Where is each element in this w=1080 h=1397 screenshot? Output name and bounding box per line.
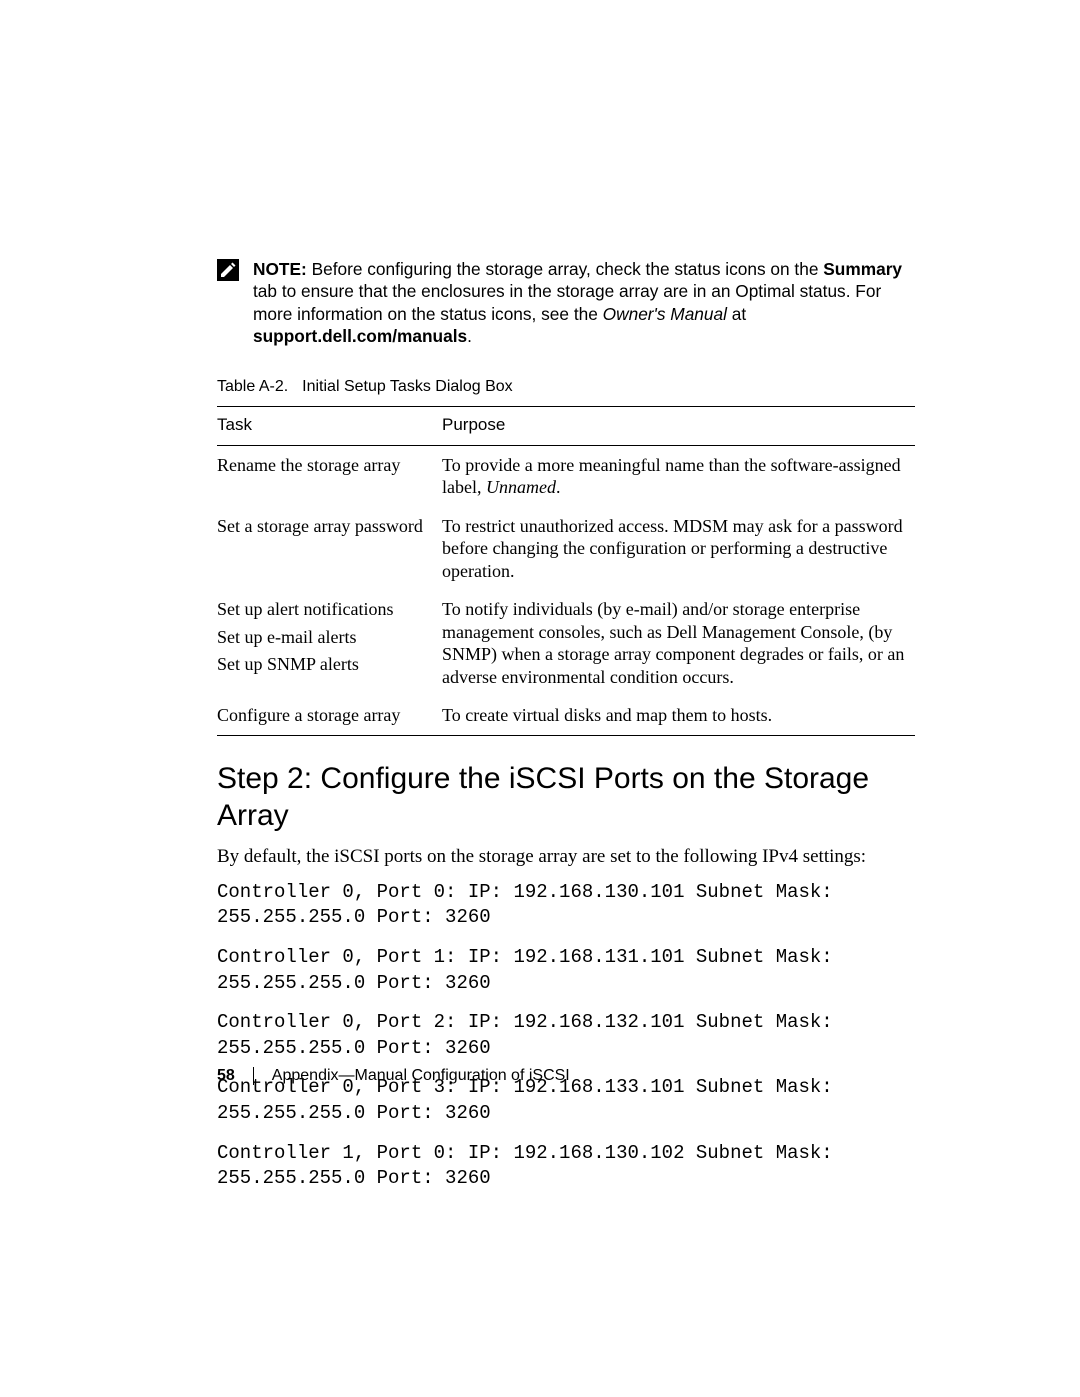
- table-row: Set a storage array password To restrict…: [217, 507, 915, 591]
- purpose-cell: To notify individuals (by e-mail) and/or…: [442, 590, 915, 696]
- note-pencil-icon: [217, 259, 239, 281]
- task-cell: Rename the storage array: [217, 445, 442, 507]
- footer-divider: [253, 1067, 254, 1085]
- table-row: Rename the storage array To provide a mo…: [217, 445, 915, 507]
- note-part4: .: [467, 326, 472, 346]
- table-caption: Table A-2. Initial Setup Tasks Dialog Box: [217, 378, 915, 396]
- table-caption-title: Initial Setup Tasks Dialog Box: [302, 378, 512, 395]
- footer-section: Appendix—Manual Configuration of iSCSI: [272, 1067, 570, 1085]
- tasks-table: Task Purpose Rename the storage array To…: [217, 406, 915, 736]
- document-page: NOTE: Before configuring the storage arr…: [0, 0, 1080, 1397]
- purpose-italic: Unnamed: [486, 477, 556, 497]
- purpose-cell: To create virtual disks and map them to …: [442, 696, 915, 735]
- page-footer: 58 Appendix—Manual Configuration of iSCS…: [217, 1067, 570, 1085]
- page-number: 58: [217, 1067, 235, 1085]
- code-line: Controller 0, Port 1: IP: 192.168.131.10…: [217, 945, 915, 996]
- note-block: NOTE: Before configuring the storage arr…: [217, 258, 915, 348]
- table-row: Set up alert notifications Set up e-mail…: [217, 590, 915, 696]
- task-cell: Set a storage array password: [217, 507, 442, 591]
- col-header-task: Task: [217, 406, 442, 445]
- note-part2: tab to ensure that the enclosures in the…: [253, 281, 881, 323]
- task-line: Set up e-mail alerts: [217, 626, 432, 649]
- code-line: Controller 0, Port 0: IP: 192.168.130.10…: [217, 880, 915, 931]
- purpose-post: .: [556, 477, 561, 497]
- note-bold1: Summary: [823, 259, 902, 279]
- task-line: Set up SNMP alerts: [217, 653, 432, 676]
- body-intro: By default, the iSCSI ports on the stora…: [217, 845, 915, 870]
- purpose-cell: To provide a more meaningful name than t…: [442, 445, 915, 507]
- table-caption-number: Table A-2.: [217, 378, 288, 395]
- note-prefix: NOTE:: [253, 259, 307, 279]
- task-cell: Set up alert notifications Set up e-mail…: [217, 590, 442, 696]
- code-line: Controller 0, Port 2: IP: 192.168.132.10…: [217, 1010, 915, 1061]
- note-italic1: Owner's Manual: [603, 304, 727, 324]
- note-part3: at: [727, 304, 746, 324]
- table-row: Configure a storage array To create virt…: [217, 696, 915, 735]
- col-header-purpose: Purpose: [442, 406, 915, 445]
- note-bold2: support.dell.com/manuals: [253, 326, 467, 346]
- step-heading: Step 2: Configure the iSCSI Ports on the…: [217, 760, 915, 835]
- note-part1: Before configuring the storage array, ch…: [307, 259, 824, 279]
- table-header-row: Task Purpose: [217, 406, 915, 445]
- note-text: NOTE: Before configuring the storage arr…: [253, 258, 915, 348]
- task-line: Set up alert notifications: [217, 598, 432, 621]
- code-line: Controller 1, Port 0: IP: 192.168.130.10…: [217, 1141, 915, 1192]
- task-cell: Configure a storage array: [217, 696, 442, 735]
- purpose-cell: To restrict unauthorized access. MDSM ma…: [442, 507, 915, 591]
